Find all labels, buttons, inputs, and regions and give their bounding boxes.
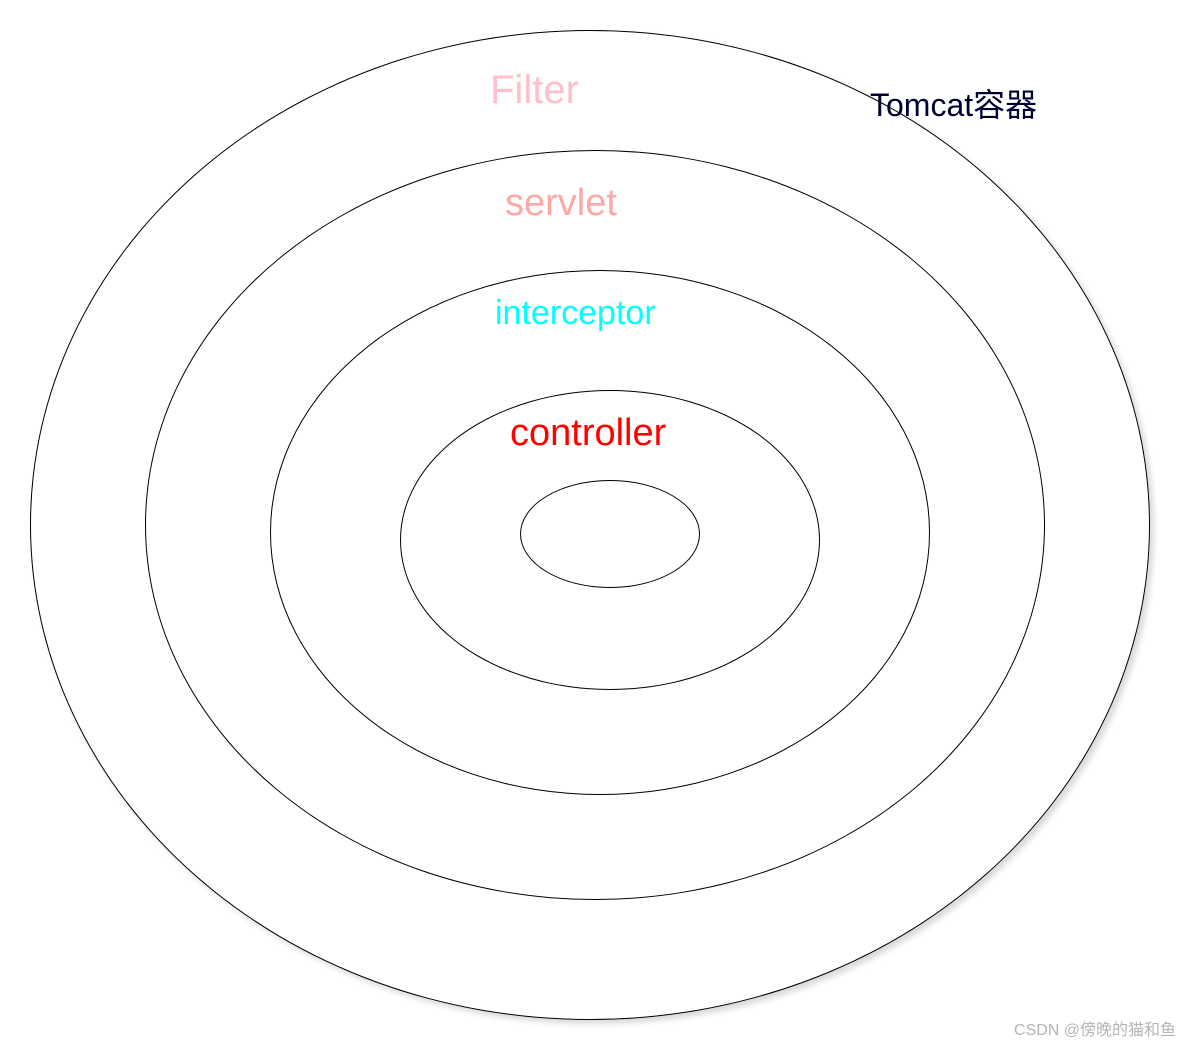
label-controller: controller (510, 412, 666, 455)
label-tomcat-container: Tomcat容器 (870, 80, 1037, 126)
watermark-text: CSDN @傍晚的猫和鱼 (1014, 1016, 1176, 1040)
label-servlet: servlet (505, 182, 617, 225)
label-filter: Filter (490, 68, 579, 113)
concentric-diagram: Filter Tomcat容器 servlet interceptor cont… (0, 0, 1184, 1048)
label-interceptor: interceptor (495, 294, 656, 333)
ellipse-core (520, 480, 700, 588)
